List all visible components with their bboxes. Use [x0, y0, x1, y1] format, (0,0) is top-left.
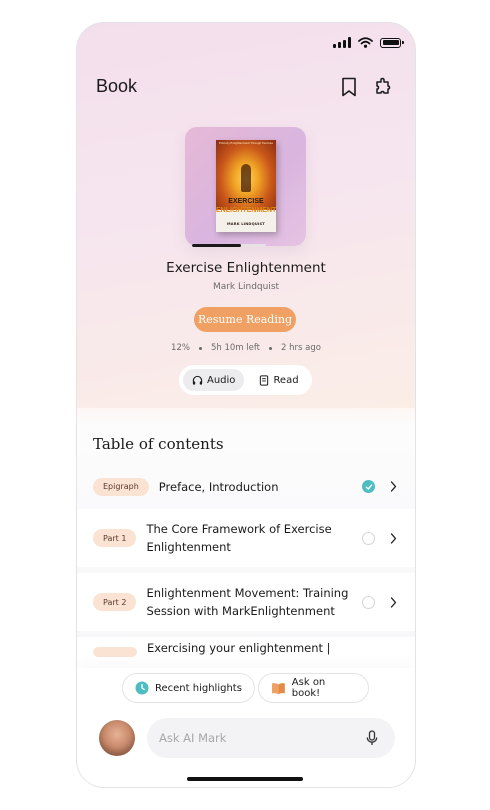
clock-icon — [135, 681, 149, 695]
last-read: 2 hrs ago — [281, 343, 321, 353]
reading-progress-bar — [192, 244, 266, 247]
toc-item-preface[interactable]: Epigraph Preface, Introduction — [77, 470, 415, 503]
avatar[interactable] — [99, 720, 135, 756]
chevron-right-icon — [387, 596, 399, 608]
wifi-icon — [358, 37, 373, 48]
toc-item-part-3[interactable]: Exercising your enlightenment | — [77, 637, 415, 669]
signal-icon — [333, 37, 351, 48]
reading-progress-fill — [192, 244, 241, 247]
cover-author: MARK LINDQUIST — [227, 222, 265, 226]
bookmark-icon[interactable] — [337, 75, 361, 99]
cover-title-line1: EXERCISE — [228, 198, 264, 205]
toc-item-tag: Part 1 — [93, 529, 137, 547]
toc-item-title: Preface, Introduction — [158, 479, 279, 494]
mic-icon[interactable] — [363, 729, 381, 747]
ask-on-book-label: Ask on book! — [291, 677, 326, 699]
reading-stats: 12% 5h 10m left 2 hrs ago — [77, 343, 415, 353]
separator-dot — [269, 346, 273, 350]
status-circle-icon — [362, 531, 375, 545]
recent-highlights-chip[interactable]: Recent highlights — [122, 673, 255, 703]
book-cover-card[interactable]: Embody Enlightenment Through Exercise EX… — [185, 127, 306, 246]
toc-item-title: The Core Framework of Exercise Enlighten… — [146, 522, 332, 554]
bottom-bar: Recent highlights Ask on book! Ask AI Ma… — [77, 668, 415, 787]
read-mode-button[interactable]: Read — [250, 369, 307, 391]
status-bar — [333, 37, 404, 48]
open-book-icon — [271, 682, 285, 694]
resume-reading-button[interactable]: Resume Reading — [194, 307, 296, 332]
status-circle-icon — [362, 595, 375, 609]
toc-title: Table of contents — [93, 435, 224, 453]
cover-title-line2: ENLIGHTENMENT — [216, 207, 276, 214]
toc-item-title: Exercising your enlightenment | — [147, 641, 331, 655]
time-left: 5h 10m left — [210, 343, 261, 353]
book-author: Mark Lindquist — [212, 282, 280, 292]
chevron-right-icon — [387, 481, 399, 493]
mode-toggle: Audio Read — [179, 365, 312, 395]
check-icon — [362, 480, 375, 493]
audio-mode-label: Audio — [207, 374, 236, 386]
progress-percent: 12% — [171, 343, 190, 353]
recent-highlights-label: Recent highlights — [155, 682, 242, 694]
cover-figure — [241, 164, 251, 192]
book-icon — [260, 374, 269, 386]
battery-icon — [380, 37, 404, 48]
read-mode-label: Read — [273, 374, 299, 386]
toc-item-tag: Epigraph — [93, 477, 149, 496]
puzzle-icon[interactable] — [372, 75, 396, 99]
audio-mode-button[interactable]: Audio — [183, 369, 245, 391]
headphones-icon — [192, 375, 203, 385]
toc-item-tag: Part 2 — [93, 593, 137, 611]
toc-list: Epigraph Preface, Introduction Part 1 Th… — [77, 470, 415, 675]
home-indicator — [187, 777, 303, 781]
phone-frame: Book Embody Enlightenment Through Exerci… — [76, 22, 416, 788]
ask-ai-input[interactable]: Ask AI Mark — [147, 718, 395, 758]
book-cover: Embody Enlightenment Through Exercise EX… — [216, 140, 276, 232]
book-title: Exercise Enlightenment — [166, 260, 326, 276]
toc-item-part-1[interactable]: Part 1 The Core Framework of Exercise En… — [77, 509, 415, 567]
separator-dot — [198, 346, 202, 350]
toc-item-part-2[interactable]: Part 2 Enlightenment Movement: Training … — [77, 573, 415, 631]
chevron-right-icon — [387, 532, 399, 544]
cover-top-text: Embody Enlightenment Through Exercise — [219, 142, 273, 145]
toc-item-title: Enlightenment Movement: Training Session… — [146, 586, 349, 618]
page-title: Book — [96, 76, 138, 96]
ask-on-book-chip[interactable]: Ask on book! — [258, 673, 369, 703]
toc-item-tag — [93, 647, 137, 657]
